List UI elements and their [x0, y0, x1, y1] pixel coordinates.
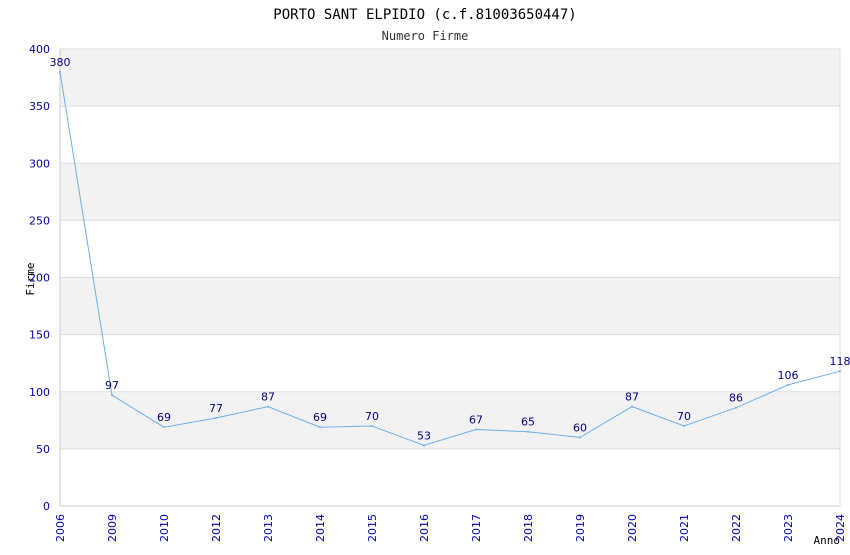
- background-band: [60, 335, 840, 392]
- data-point: [683, 425, 685, 427]
- x-tick-label: 2019: [574, 514, 587, 542]
- data-label: 86: [729, 392, 743, 405]
- x-tick-label: 2021: [678, 514, 691, 542]
- data-point: [475, 428, 477, 430]
- data-point: [267, 406, 269, 408]
- x-tick-label: 2020: [626, 514, 639, 542]
- data-point: [371, 425, 373, 427]
- data-label: 77: [209, 402, 223, 415]
- data-point: [215, 417, 217, 419]
- data-point: [423, 444, 425, 446]
- y-tick-label: 400: [29, 43, 50, 56]
- data-label: 65: [521, 416, 535, 429]
- y-tick-label: 300: [29, 157, 50, 170]
- chart-title: PORTO SANT ELPIDIO (c.f.81003650447): [273, 7, 576, 23]
- x-tick-label: 2012: [210, 514, 223, 542]
- y-tick-label: 50: [36, 443, 50, 456]
- x-axis-title: Anno: [814, 534, 841, 547]
- data-label: 97: [105, 379, 119, 392]
- data-label: 87: [261, 391, 275, 404]
- x-tick-label: 2016: [418, 514, 431, 542]
- x-tick-label: 2023: [782, 514, 795, 542]
- data-label: 380: [50, 56, 71, 69]
- data-point: [163, 426, 165, 428]
- background-band: [60, 392, 840, 449]
- background-band: [60, 449, 840, 506]
- background-band: [60, 220, 840, 277]
- data-point: [59, 71, 61, 73]
- data-label: 106: [778, 369, 799, 382]
- data-point: [579, 436, 581, 438]
- x-tick-label: 2006: [54, 514, 67, 542]
- background-band: [60, 49, 840, 106]
- x-tick-label: 2017: [470, 514, 483, 542]
- data-point: [111, 394, 113, 396]
- data-label: 118: [830, 355, 850, 368]
- data-label: 70: [677, 410, 691, 423]
- y-tick-label: 250: [29, 214, 50, 227]
- data-label: 69: [157, 411, 171, 424]
- background-band: [60, 278, 840, 335]
- y-tick-label: 100: [29, 386, 50, 399]
- y-axis-title: Firme: [24, 262, 37, 295]
- x-tick-label: 2010: [158, 514, 171, 542]
- x-tick-label: 2022: [730, 514, 743, 542]
- line-chart: 050100150200250300350400 200620092010201…: [0, 0, 850, 550]
- x-tick-labels: 2006 2009 2010 2012 2013 2014 2015 2016 2017 2018…: [54, 514, 847, 542]
- data-label: 67: [469, 413, 483, 426]
- data-point: [735, 407, 737, 409]
- y-tick-label: 350: [29, 100, 50, 113]
- data-label: 87: [625, 391, 639, 404]
- background-band: [60, 106, 840, 163]
- x-tick-label: 2013: [262, 514, 275, 542]
- background-band: [60, 163, 840, 220]
- chart-container: 050100150200250300350400 200620092010201…: [0, 0, 850, 550]
- y-tick-label: 150: [29, 329, 50, 342]
- data-point: [631, 406, 633, 408]
- data-label: 69: [313, 411, 327, 424]
- data-label: 53: [417, 429, 431, 442]
- x-tick-label: 2009: [106, 514, 119, 542]
- y-tick-label: 0: [43, 500, 50, 513]
- data-label: 60: [573, 421, 587, 434]
- x-tick-label: 2014: [314, 514, 327, 542]
- data-point: [839, 370, 841, 372]
- data-point: [787, 384, 789, 386]
- x-tick-label: 2018: [522, 514, 535, 542]
- data-label: 70: [365, 410, 379, 423]
- chart-subtitle: Numero Firme: [382, 29, 469, 43]
- data-point: [319, 426, 321, 428]
- data-point: [527, 431, 529, 433]
- x-tick-label: 2015: [366, 514, 379, 542]
